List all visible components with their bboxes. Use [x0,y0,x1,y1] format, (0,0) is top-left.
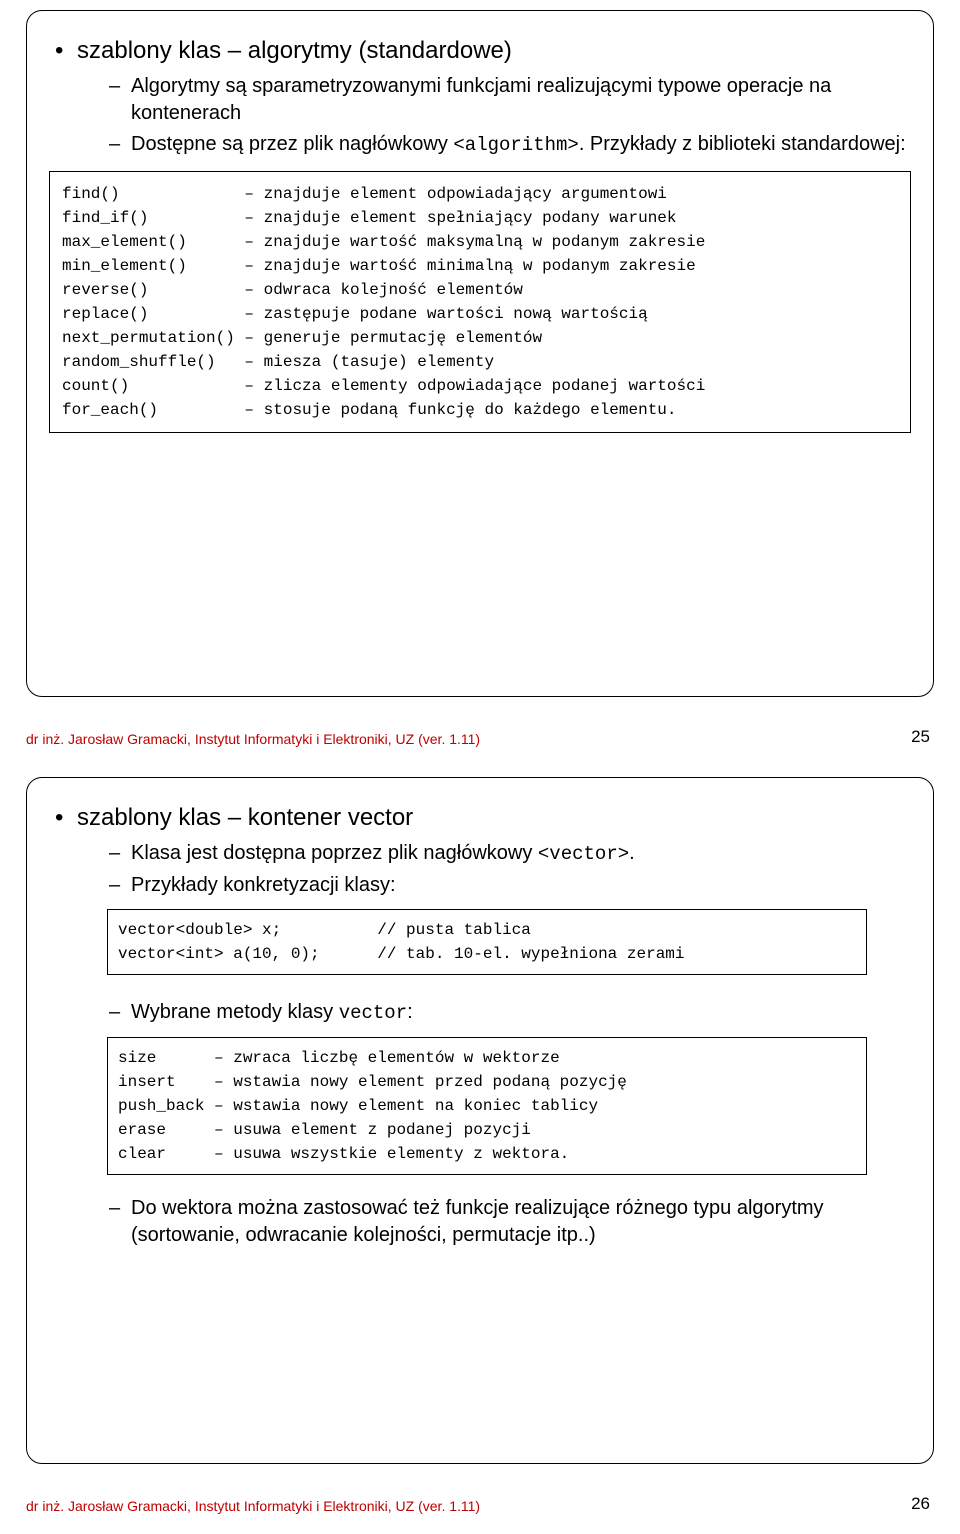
code-block-2: size – zwraca liczbę elementów w wektorz… [107,1037,867,1175]
slide-26: szablony klas – kontener vector Klasa je… [0,767,960,1534]
page-number: 26 [911,1494,930,1514]
sub-item-3: Wybrane metody klasy vector: [109,999,911,1027]
sub-list-2: Wybrane metody klasy vector: [109,999,911,1027]
code-inline-vector-2: vector [339,1002,407,1024]
content-frame: szablony klas – kontener vector Klasa je… [26,777,934,1464]
sub3b: : [407,1001,413,1023]
sub-item-2a: Dostępne są przez plik nagłówkowy [131,133,453,155]
sub-item-2: Przykłady konkretyzacji klasy: [109,872,911,899]
footer-text: dr inż. Jarosław Gramacki, Instytut Info… [26,731,480,747]
footer-text: dr inż. Jarosław Gramacki, Instytut Info… [26,1498,480,1514]
sub3a: Wybrane metody klasy [131,1001,339,1023]
code-block-1: vector<double> x; // pusta tablica vecto… [107,909,867,975]
sub-item-4: Do wektora można zastosować też funkcje … [109,1195,911,1249]
slide-25: szablony klas – algorytmy (standardowe) … [0,0,960,767]
sub1a: Klasa jest dostępna poprzez plik nagłówk… [131,842,538,864]
sub-item-1: Algorytmy są sparametryzowanymi funkcjam… [109,73,911,127]
sub-item-2b: . Przykłady z biblioteki standardowej: [579,133,906,155]
page-number: 25 [911,727,930,747]
sub-item-1: Klasa jest dostępna poprzez plik nagłówk… [109,840,911,868]
sub-item-2: Dostępne są przez plik nagłówkowy <algor… [109,131,911,159]
content-frame: szablony klas – algorytmy (standardowe) … [26,10,934,697]
sub-list-1: Klasa jest dostępna poprzez plik nagłówk… [109,840,911,899]
code-inline-algorithm: <algorithm> [453,134,578,156]
sub-list: Algorytmy są sparametryzowanymi funkcjam… [109,73,911,159]
code-inline-vector: <vector> [538,843,629,865]
sub-list-3: Do wektora można zastosować też funkcje … [109,1195,911,1249]
sub1b: . [629,842,635,864]
heading: szablony klas – algorytmy (standardowe) [49,35,911,67]
heading: szablony klas – kontener vector [49,802,911,834]
code-block: find() – znajduje element odpowiadający … [49,171,911,433]
